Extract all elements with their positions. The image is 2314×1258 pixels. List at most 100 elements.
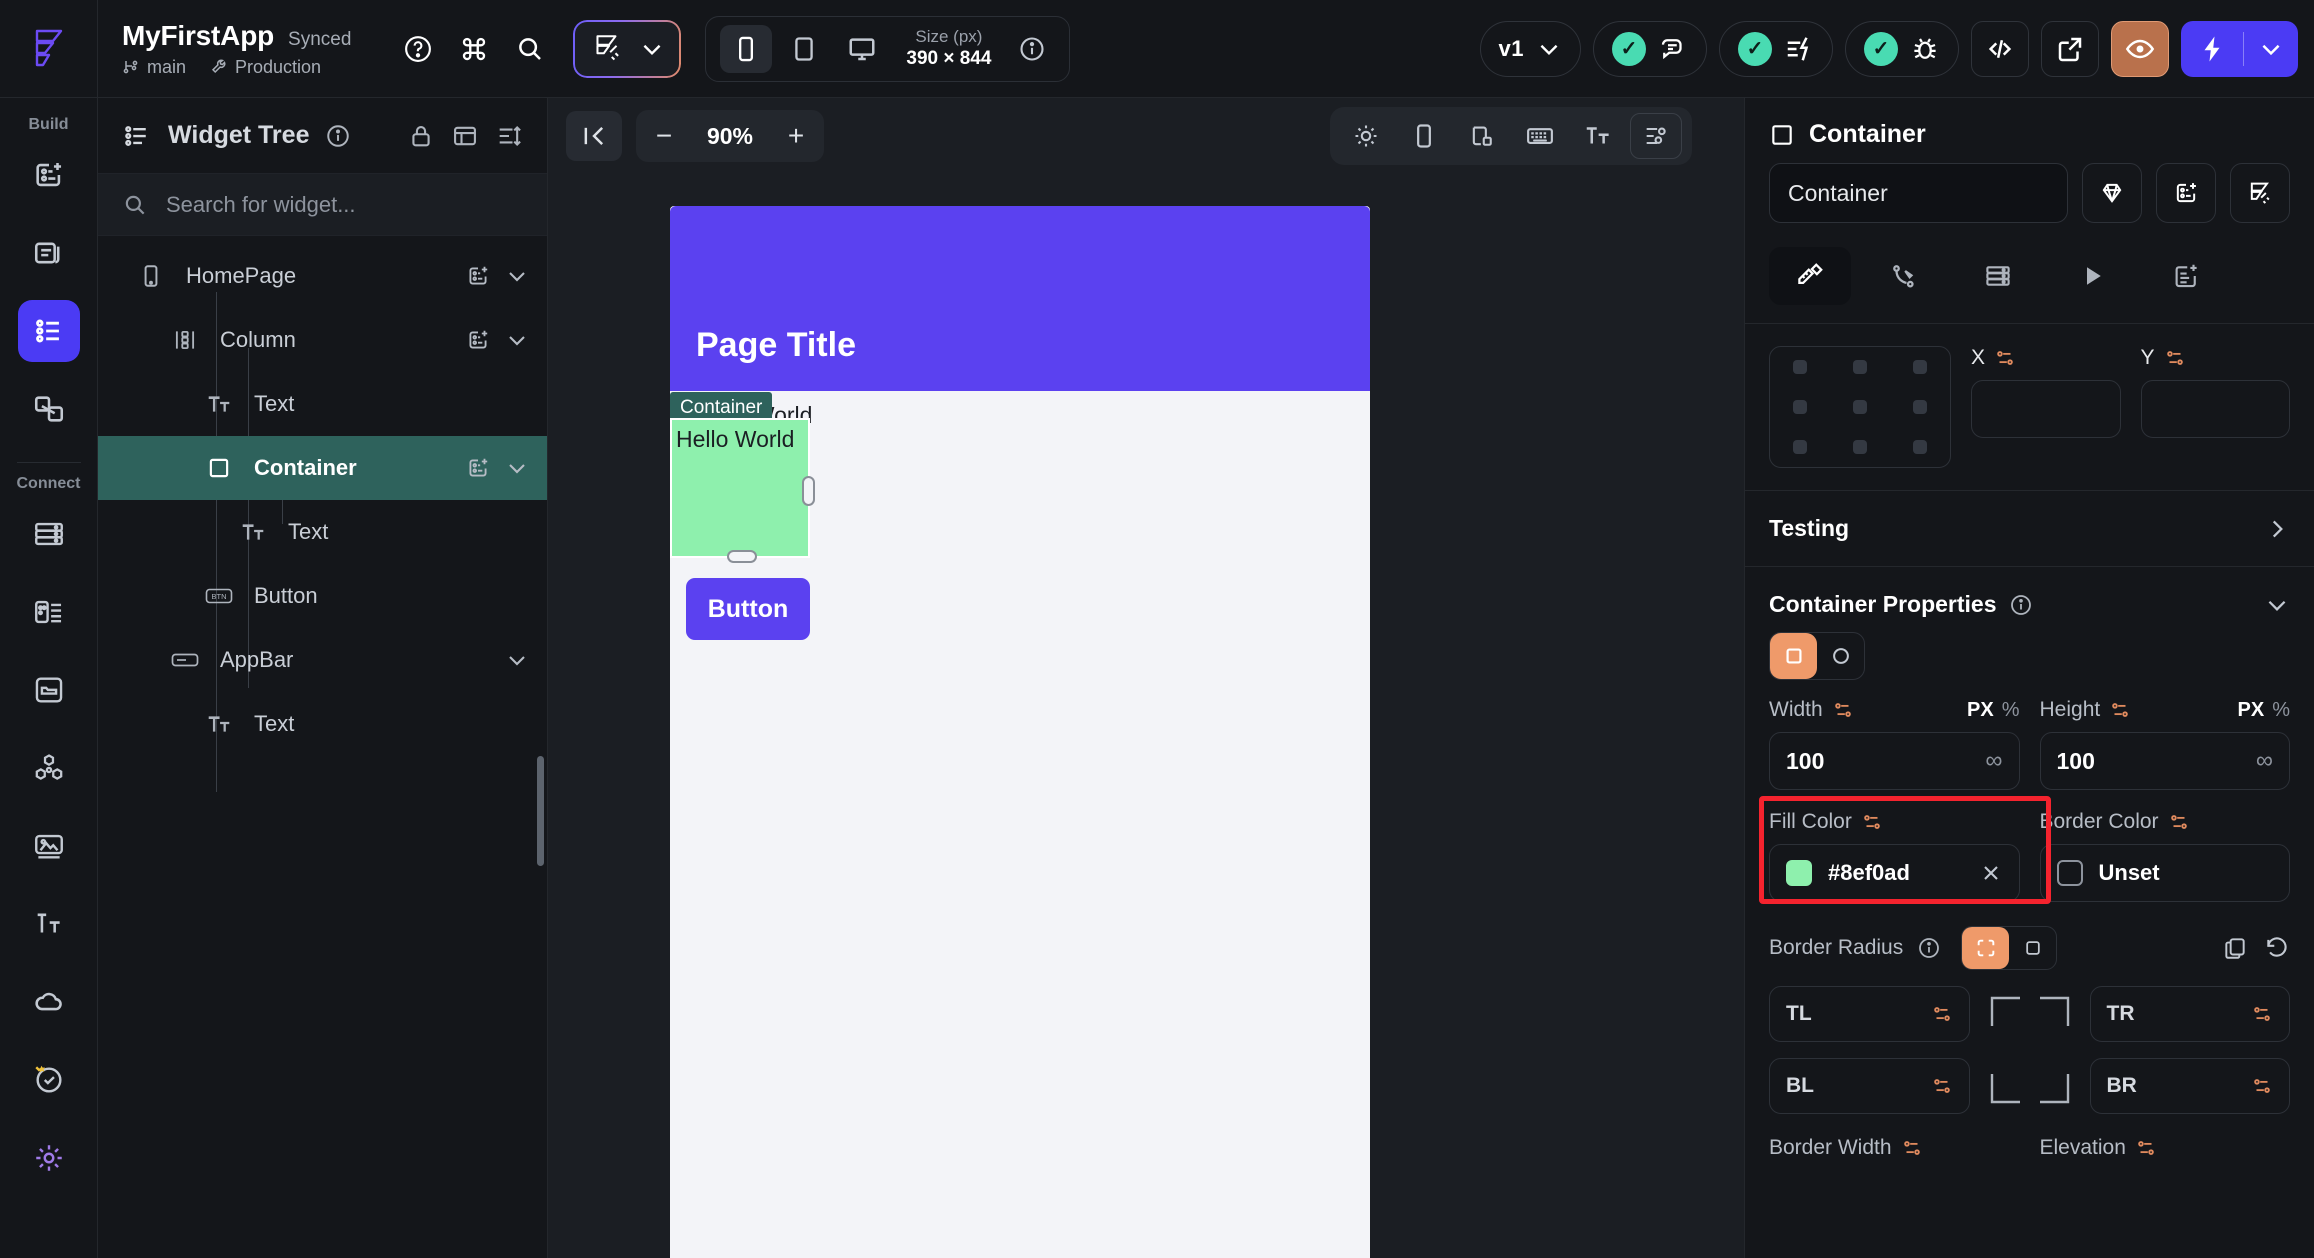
height-unit-percent[interactable]: %: [2272, 699, 2290, 722]
tree-item-appbar[interactable]: AppBar: [98, 628, 547, 692]
align-bottom-left[interactable]: [1793, 440, 1807, 454]
tree-item-button[interactable]: BTN Button: [98, 564, 547, 628]
expand-collapse-icon[interactable]: [495, 122, 523, 150]
navigation-icon[interactable]: [18, 378, 80, 440]
add-child-widget-icon[interactable]: [465, 455, 491, 481]
favorites-icon[interactable]: [18, 1049, 80, 1111]
border-radius-info-icon[interactable]: [1917, 936, 1941, 960]
align-top-left[interactable]: [1793, 360, 1807, 374]
height-unit-px[interactable]: PX: [2238, 699, 2265, 722]
zoom-in-button[interactable]: +: [778, 118, 814, 154]
debug-status-button[interactable]: ✓: [1845, 20, 1959, 77]
integrations-icon[interactable]: [18, 737, 80, 799]
media-icon[interactable]: [18, 815, 80, 877]
app-state-icon[interactable]: [18, 581, 80, 643]
width-input[interactable]: 100 ∞: [1769, 732, 2020, 790]
corner-bl-input[interactable]: BL: [1769, 1058, 1970, 1114]
tree-item-column[interactable]: Column: [98, 308, 547, 372]
search-icon[interactable]: [507, 26, 553, 72]
width-unit-px[interactable]: PX: [1967, 699, 1994, 722]
widget-tree-info-icon[interactable]: [325, 123, 351, 149]
align-middle-right[interactable]: [1913, 400, 1927, 414]
circle-icon[interactable]: [1817, 633, 1864, 679]
container-properties-info-icon[interactable]: [2009, 593, 2033, 617]
theme-icon[interactable]: [1340, 113, 1392, 159]
fill-color-swatch[interactable]: [1786, 860, 1812, 886]
clear-fill-color-icon[interactable]: [1979, 861, 2003, 885]
alignment-grid[interactable]: [1769, 346, 1951, 468]
desktop-device-button[interactable]: [836, 25, 888, 73]
tab-notes[interactable]: [2145, 247, 2227, 305]
container-properties-section[interactable]: Container Properties: [1745, 566, 2314, 632]
database-icon[interactable]: [18, 503, 80, 565]
text-scale-icon[interactable]: [1572, 113, 1624, 159]
tree-item-container[interactable]: Container: [98, 436, 547, 500]
appbar-widget[interactable]: Page Title: [670, 206, 1370, 391]
y-input[interactable]: [2140, 380, 2290, 438]
height-infinity-button[interactable]: ∞: [2256, 747, 2273, 775]
align-bottom-center[interactable]: [1853, 440, 1867, 454]
border-width-variable-icon[interactable]: [1901, 1137, 1923, 1159]
responsive-icon[interactable]: [1456, 113, 1508, 159]
align-middle-left[interactable]: [1793, 400, 1807, 414]
size-info-icon[interactable]: [1009, 26, 1055, 72]
flutterflow-logo[interactable]: [0, 0, 98, 98]
widget-name-input[interactable]: Container: [1769, 163, 2068, 223]
components-icon[interactable]: [18, 222, 80, 284]
collapse-panel-icon[interactable]: [566, 111, 622, 161]
align-top-center[interactable]: [1853, 360, 1867, 374]
tab-properties[interactable]: [1769, 247, 1851, 305]
tab-animations[interactable]: [2051, 247, 2133, 305]
testing-section[interactable]: Testing: [1745, 490, 2314, 566]
device-preview-icon[interactable]: [1398, 113, 1450, 159]
reset-icon[interactable]: [2264, 935, 2290, 961]
preview-toggle-button[interactable]: [2111, 20, 2169, 77]
ai-generate-button[interactable]: [575, 21, 680, 76]
chevron-down-icon[interactable]: [505, 328, 529, 352]
elevation-variable-icon[interactable]: [2135, 1137, 2157, 1159]
add-child-widget-icon[interactable]: [465, 327, 491, 353]
tree-item-text[interactable]: Text: [98, 372, 547, 436]
comments-status-button[interactable]: ✓: [1593, 20, 1707, 77]
ai-widget-icon[interactable]: [2230, 163, 2290, 223]
corner-br-variable-icon[interactable]: [2251, 1075, 2273, 1097]
add-widget-icon[interactable]: [2156, 163, 2216, 223]
command-icon[interactable]: [451, 26, 497, 72]
text-styles-icon[interactable]: [18, 893, 80, 955]
align-bottom-right[interactable]: [1913, 440, 1927, 454]
chevron-down-icon[interactable]: [505, 456, 529, 480]
align-middle-center[interactable]: [1853, 400, 1867, 414]
chevron-down-icon[interactable]: [505, 264, 529, 288]
tree-item-text[interactable]: Text: [98, 692, 547, 756]
search-input[interactable]: Search for widget...: [98, 174, 547, 236]
share-button[interactable]: [2041, 20, 2099, 77]
corner-tl-variable-icon[interactable]: [1931, 1003, 1953, 1025]
actions-status-button[interactable]: ✓: [1719, 20, 1833, 77]
run-options-chevron-down-icon[interactable]: [2244, 36, 2298, 62]
resize-handle-bottom[interactable]: [727, 550, 757, 563]
tree-item-homepage[interactable]: HomePage: [98, 244, 547, 308]
height-input[interactable]: 100 ∞: [2039, 732, 2290, 790]
tablet-device-button[interactable]: [778, 25, 830, 73]
x-variable-icon[interactable]: [1994, 347, 2016, 369]
chevron-down-icon[interactable]: [505, 648, 529, 672]
code-view-button[interactable]: [1971, 20, 2029, 77]
lock-icon[interactable]: [407, 122, 435, 150]
settings-icon[interactable]: [18, 1127, 80, 1189]
corner-bl-variable-icon[interactable]: [1931, 1075, 1953, 1097]
add-page-icon[interactable]: [18, 144, 80, 206]
version-selector[interactable]: v1: [1479, 20, 1581, 77]
fill-color-input[interactable]: #8ef0ad: [1769, 844, 2020, 902]
tree-item-text[interactable]: Text: [98, 500, 547, 564]
branch-row[interactable]: main Production: [122, 57, 351, 78]
width-variable-icon[interactable]: [1832, 699, 1854, 721]
align-top-right[interactable]: [1913, 360, 1927, 374]
corner-tr-variable-icon[interactable]: [2251, 1003, 2273, 1025]
settings-sliders-icon[interactable]: [1630, 113, 1682, 159]
square-icon[interactable]: [1770, 633, 1817, 679]
chevron-down-icon[interactable]: [2264, 592, 2290, 618]
tab-backend[interactable]: [1957, 247, 2039, 305]
fill-color-variable-icon[interactable]: [1861, 811, 1883, 833]
chevron-right-icon[interactable]: [2264, 516, 2290, 542]
x-input[interactable]: [1971, 380, 2121, 438]
